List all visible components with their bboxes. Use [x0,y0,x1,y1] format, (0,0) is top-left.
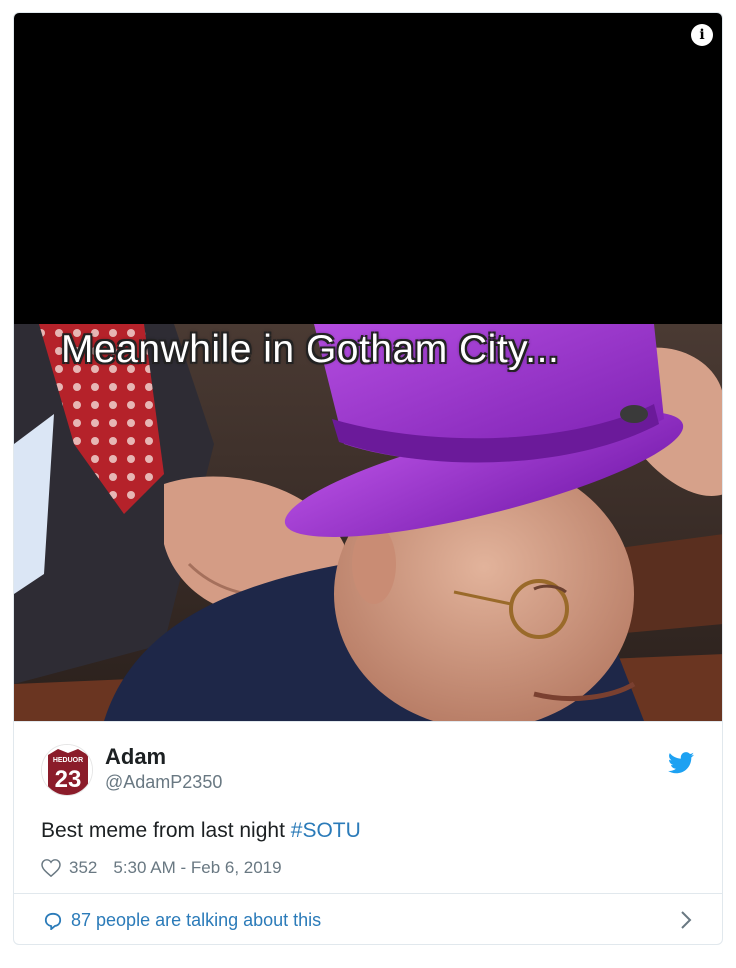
avatar[interactable]: HEDUOR 23 [41,744,93,796]
tweet-card: Meanwhile in Gotham City... i HEDUOR 23 … [13,12,723,945]
hashtag-link[interactable]: #SOTU [291,819,361,842]
jersey-avatar-icon: HEDUOR 23 [42,745,92,795]
info-icon[interactable]: i [691,24,713,46]
heart-icon[interactable] [41,859,61,877]
jersey-number: 23 [55,766,82,793]
talking-about-text: 87 people are talking about this [71,910,322,930]
meme-photo [14,324,722,721]
tweet-timestamp[interactable]: 5:30 AM - Feb 6, 2019 [113,858,281,878]
tweet-text: Best meme from last night #SOTU [41,819,361,843]
chevron-right-icon [681,911,692,929]
talking-about-link[interactable]: 87 people are talking about this [14,894,722,944]
author-handle[interactable]: @AdamP2350 [105,772,222,793]
tweet-text-body: Best meme from last night [41,819,291,842]
twitter-bird-icon[interactable] [668,752,694,774]
jersey-name: HEDUOR [53,757,83,764]
like-count: 352 [69,858,98,877]
tweet-body: HEDUOR 23 Adam @AdamP2350 Best meme from… [14,721,722,944]
speech-bubble-icon [44,912,62,930]
tweet-media[interactable]: Meanwhile in Gotham City... i [14,13,722,721]
meme-caption: Meanwhile in Gotham City... [61,328,560,371]
tweet-meta: 352 5:30 AM - Feb 6, 2019 [41,858,282,878]
author-name[interactable]: Adam [105,744,166,770]
